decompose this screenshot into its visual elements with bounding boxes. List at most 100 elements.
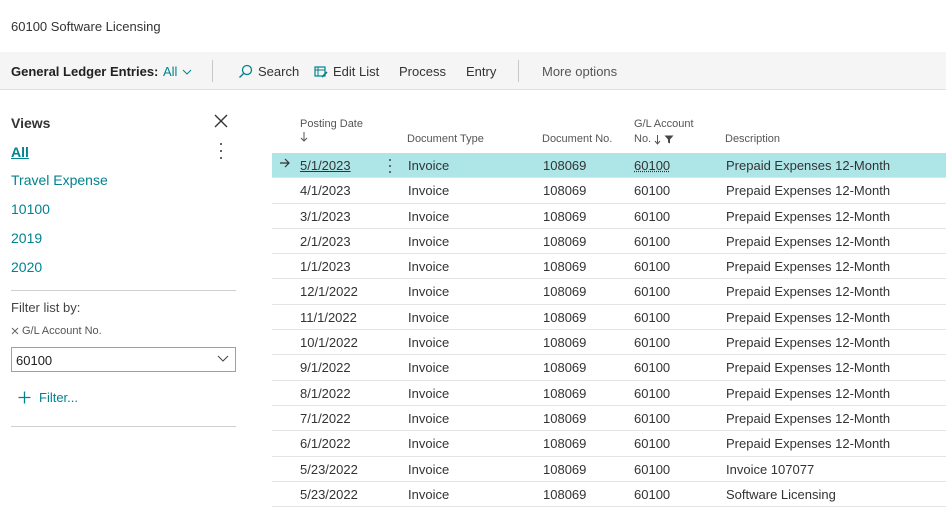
table-row[interactable]: 5/1/2023 Invoice 108069 60100 Prepaid Expens… [272,153,946,179]
cell-document-no: 108069 [543,284,587,300]
column-header-description[interactable]: Description [725,132,780,147]
table-row[interactable]: 12/1/2022 Invoice 108069 60100 Prepaid Expen… [272,279,946,305]
chevron-down-icon[interactable] [217,355,229,363]
cell-gl-account-no[interactable]: 60100 [634,335,670,350]
entry-menu[interactable]: Entry [466,64,496,79]
cell-gl-account-no[interactable]: 60100 [634,462,670,477]
more-options-button[interactable]: More options [542,64,617,79]
cell-posting-date[interactable]: 4/1/2023 [300,183,351,198]
cell-description: Prepaid Expenses 12-Month [726,158,891,173]
cell-document-no: 108069 [543,385,587,401]
cell-posting-date[interactable]: 2/1/2023 [300,234,351,249]
cell-gl-account-no[interactable]: 60100 [634,436,670,451]
gl-account-header-line1: G/L Account [634,118,694,130]
table-row[interactable]: 9/1/2022 Invoice 108069 60100 Prepaid Expens… [272,355,946,381]
view-item-2020[interactable]: 2020 [11,259,42,275]
cell-posting-date[interactable]: 11/1/2022 [300,310,357,325]
column-header-gl-account-no[interactable]: G/L Account No. [634,117,694,147]
process-menu[interactable]: Process [399,64,446,79]
edit-list-label: Edit List [333,64,380,79]
divider [11,426,236,427]
views-heading: Views [11,115,51,131]
cell-document-no: 108069 [543,461,587,477]
cell-document-no: 108069 [543,233,587,249]
cell-document-type: Invoice [408,486,450,502]
filter-pane: Views All Travel Expense 10100 2019 2020… [0,90,250,512]
table-row[interactable]: 6/1/2022 Invoice 108069 60100 Prepaid Expens… [272,431,946,457]
table-row[interactable]: 11/1/2022 Invoice 108069 60100 Prepaid Expen… [272,305,946,331]
table-row[interactable]: 7/1/2022 Invoice 108069 60100 Prepaid Expens… [272,406,946,432]
add-filter-button[interactable]: Filter... [18,390,78,405]
cell-gl-account-no[interactable]: 60100 [634,386,670,401]
toolbar-divider [212,60,213,82]
cell-gl-account-no[interactable]: 60100 [634,411,670,426]
search-icon [239,64,253,78]
view-selector-label: All [163,64,178,79]
add-filter-label: Filter... [39,390,79,405]
gl-account-filter-input[interactable]: 60100 [11,347,236,372]
cell-document-no: 108069 [543,436,587,452]
cell-posting-date[interactable]: 5/23/2022 [300,487,358,502]
cell-posting-date[interactable]: 7/1/2022 [300,411,351,426]
page-caption: General Ledger Entries: [11,64,159,79]
view-item-2019[interactable]: 2019 [11,230,42,246]
column-header-document-type[interactable]: Document Type [407,132,484,147]
cell-gl-account-no[interactable]: 60100 [634,310,670,325]
filter-field-name: G/L Account No. [22,325,102,337]
cell-document-no: 108069 [543,486,587,502]
cell-posting-date[interactable]: 6/1/2022 [300,436,351,451]
cell-posting-date[interactable]: 5/23/2022 [300,462,358,477]
cell-document-no: 108069 [543,410,587,426]
table-row[interactable]: 2/1/2023 Invoice 108069 60100 Prepaid Expens… [272,229,946,255]
cell-posting-date[interactable]: 1/1/2023 [300,259,351,274]
cell-posting-date[interactable]: 8/1/2022 [300,386,351,401]
column-header-document-no[interactable]: Document No. [542,132,612,147]
table-row[interactable]: 5/23/2022 Invoice 108069 60100 Software Lice… [272,482,946,508]
table-row[interactable]: 8/1/2022 Invoice 108069 60100 Prepaid Expens… [272,381,946,406]
cell-posting-date[interactable]: 3/1/2023 [300,209,351,224]
cell-gl-account-no[interactable]: 60100 [634,209,670,224]
view-options-icon[interactable] [214,143,228,159]
cell-posting-date[interactable]: 5/1/2023 [300,158,351,173]
table-row[interactable]: 10/1/2022 Invoice 108069 60100 Prepaid Expen… [272,330,946,356]
cell-description: Prepaid Expenses 12-Month [726,309,891,325]
edit-list-button[interactable]: Edit List [314,64,379,79]
cell-description: Prepaid Expenses 12-Month [726,183,891,199]
cell-posting-date[interactable]: 9/1/2022 [300,360,351,375]
cell-posting-date[interactable]: 12/1/2022 [300,284,358,299]
cell-gl-account-no[interactable]: 60100 [634,284,670,299]
table-row[interactable]: 4/1/2023 Invoice 108069 60100 Prepaid Expens… [272,178,946,204]
divider [11,290,236,291]
row-actions-icon[interactable] [388,159,392,173]
remove-filter-icon[interactable] [11,327,19,335]
cell-gl-account-no[interactable]: 60100 [634,234,670,249]
column-header-posting-date[interactable]: Posting Date [300,117,363,147]
cell-description: Prepaid Expenses 12-Month [726,360,891,376]
view-item-10100[interactable]: 10100 [11,201,50,217]
view-selector[interactable]: All [163,64,192,79]
cell-description: Prepaid Expenses 12-Month [726,385,891,401]
cell-gl-account-no[interactable]: 60100 [634,158,670,173]
cell-gl-account-no[interactable]: 60100 [634,259,670,274]
view-item-all[interactable]: All [11,144,29,160]
view-item-travel-expense[interactable]: Travel Expense [11,172,108,188]
close-filter-pane-button[interactable] [212,112,230,130]
table-row[interactable]: 5/23/2022 Invoice 108069 60100 Invoice 10707… [272,457,946,482]
action-bar: General Ledger Entries: All Search Edit … [0,52,946,90]
cell-document-type: Invoice [408,284,450,300]
cell-description: Prepaid Expenses 12-Month [726,410,891,426]
search-button[interactable]: Search [238,64,299,79]
cell-gl-account-no[interactable]: 60100 [634,487,670,502]
edit-list-icon [314,65,328,78]
cell-gl-account-no[interactable]: 60100 [634,183,670,198]
cell-gl-account-no[interactable]: 60100 [634,360,670,375]
gl-account-filter-value: 60100 [16,353,53,368]
sort-descending-icon [654,134,661,145]
cell-document-no: 108069 [543,208,587,224]
cell-posting-date[interactable]: 10/1/2022 [300,335,358,350]
filter-list-by-label: Filter list by: [11,300,81,315]
table-row[interactable]: 1/1/2023 Invoice 108069 60100 Prepaid Expens… [272,254,946,280]
cell-document-type: Invoice [408,233,450,249]
current-row-arrow-icon [279,157,291,172]
table-row[interactable]: 3/1/2023 Invoice 108069 60100 Prepaid Expens… [272,204,946,229]
